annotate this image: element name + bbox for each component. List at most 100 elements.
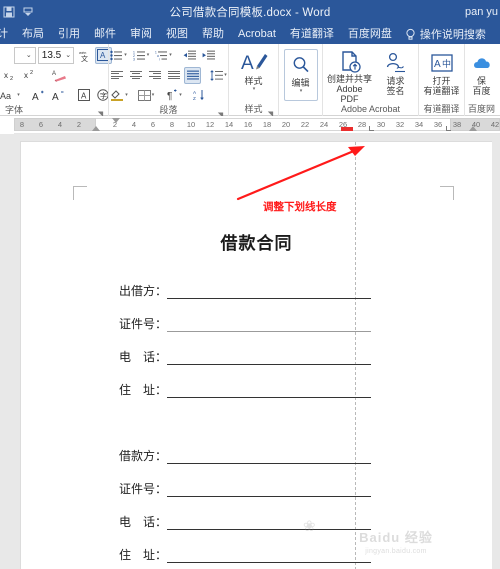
right-indent-marker[interactable]	[469, 126, 477, 131]
field-lender-label: 出借方：	[119, 284, 168, 298]
decrease-indent-button[interactable]	[181, 47, 198, 64]
ruler-tick: 24	[319, 120, 329, 129]
user-account-label[interactable]: pan yu	[465, 0, 498, 24]
borders-button[interactable]: ▾	[136, 87, 157, 104]
field-lender[interactable]: 出借方：	[119, 282, 372, 299]
align-center-button[interactable]	[127, 67, 144, 84]
field-lender-underline[interactable]	[167, 288, 372, 299]
tab-help[interactable]: 帮助	[195, 24, 231, 44]
field-borrower-address-underline[interactable]	[167, 552, 372, 563]
increase-indent-button[interactable]	[200, 47, 217, 64]
ruler-tick: 10	[186, 120, 196, 129]
field-borrower-id-underline[interactable]	[167, 486, 372, 497]
tab-youdao[interactable]: 有道翻译	[283, 24, 341, 44]
svg-text:i: i	[159, 57, 160, 61]
request-signature-button[interactable]: 请求 签名	[376, 47, 416, 103]
left-indent-marker[interactable]	[92, 126, 100, 131]
field-borrower-id-label: 证件号：	[119, 482, 168, 496]
align-left-button[interactable]	[108, 67, 125, 84]
distribute-button[interactable]	[184, 66, 202, 84]
tab-acrobat[interactable]: Acrobat	[231, 24, 283, 44]
shrink-font-button[interactable]: A	[50, 87, 68, 104]
svg-text:A: A	[193, 90, 197, 95]
tab-baidu-netdisk[interactable]: 百度网盘	[341, 24, 399, 44]
ruler-tick: 8	[169, 120, 175, 129]
field-lender-id[interactable]: 证件号：	[119, 315, 372, 332]
field-lender-phone-underline[interactable]	[167, 354, 372, 365]
title-bar: 公司借款合同模板.docx - Word pan yu	[0, 0, 500, 24]
field-borrower-phone[interactable]: 电 话：	[119, 513, 372, 530]
ruler-tick: 22	[300, 120, 310, 129]
numbering-button[interactable]: 1 2 3 ▾	[131, 47, 152, 64]
justify-button[interactable]	[165, 67, 182, 84]
open-youdao-button[interactable]: A中 打开 有道翻译	[421, 47, 463, 103]
tab-references[interactable]: 引用	[51, 24, 87, 44]
create-share-pdf-button[interactable]: 创建并共享 Adobe PDF	[326, 47, 374, 104]
chevron-down-icon[interactable]: ⌄	[63, 51, 74, 59]
tab-design-truncated[interactable]: 计	[0, 24, 15, 44]
tab-view[interactable]: 视图	[159, 24, 195, 44]
font-size-combo[interactable]: 13.5 ⌄	[37, 46, 74, 64]
tab-stop-marker[interactable]	[446, 126, 451, 131]
signature-icon	[384, 50, 408, 76]
grow-font-button[interactable]: A	[30, 87, 48, 104]
tab-layout[interactable]: 布局	[15, 24, 51, 44]
bullets-button[interactable]: ▾	[108, 47, 129, 64]
change-case-button[interactable]: Aa ▾	[0, 87, 22, 104]
ruler-tick: 6	[38, 120, 44, 129]
ruler-tick: 20	[281, 120, 291, 129]
clear-formatting-button[interactable]: A	[50, 67, 70, 84]
shading-button[interactable]: ▾	[108, 87, 130, 104]
svg-text:¶: ¶	[167, 91, 172, 101]
show-formatting-marks-button[interactable]: ¶ ▾	[163, 87, 184, 104]
tab-mailings[interactable]: 邮件	[87, 24, 123, 44]
first-line-indent-marker[interactable]	[112, 118, 120, 123]
tell-me-box[interactable]: 操作说明搜索	[405, 26, 486, 42]
subscript-button[interactable]: x2	[2, 67, 20, 84]
field-lender-id-underline[interactable]	[167, 321, 372, 332]
editing-button[interactable]: 编辑 ▾	[283, 48, 318, 101]
customize-qat-icon[interactable]	[21, 6, 34, 19]
text-highlight-button[interactable]: A	[76, 87, 93, 104]
document-title: 借款合同	[220, 234, 293, 253]
sort-button[interactable]: AZ	[191, 87, 209, 104]
ribbon-group-acrobat: 创建并共享 Adobe PDF 请求 签名 Adobe Acrobat	[322, 44, 418, 116]
font-name-combo[interactable]: ⌄	[13, 46, 36, 64]
save-to-netdisk-button[interactable]: 保 百度	[465, 47, 498, 103]
chevron-down-icon[interactable]: ▾	[253, 86, 256, 92]
horizontal-ruler[interactable]: 8 6 4 2 2 4 6 8 10 12 14 16 18 20 22 24 …	[0, 115, 500, 134]
ruler-tick: 28	[357, 120, 367, 129]
multilevel-list-button[interactable]: 1 a i ▾	[153, 47, 174, 64]
document-canvas[interactable]: 调整下划线长度 借款合同 出借方： 证件号： 电 话： 住 址： 借款方： 证件…	[0, 134, 500, 569]
phonetic-guide-button[interactable]: wén 文	[76, 47, 93, 64]
field-borrower-underline[interactable]	[167, 453, 372, 464]
field-borrower-address[interactable]: 住 址：	[119, 546, 372, 563]
align-right-button[interactable]	[146, 67, 163, 84]
cloud-icon	[471, 50, 493, 76]
svg-text:A: A	[32, 92, 39, 102]
document-page[interactable]: 调整下划线长度 借款合同 出借方： 证件号： 电 话： 住 址： 借款方： 证件…	[20, 141, 492, 569]
chevron-down-icon[interactable]: ▾	[300, 88, 303, 94]
superscript-button[interactable]: x2	[22, 67, 40, 84]
tab-stop-marker[interactable]	[369, 126, 374, 131]
save-icon[interactable]	[2, 6, 15, 19]
field-lender-address-underline[interactable]	[167, 387, 372, 398]
field-borrower-id[interactable]: 证件号：	[119, 480, 372, 497]
quick-access-toolbar[interactable]	[0, 6, 34, 19]
field-lender-address[interactable]: 住 址：	[119, 381, 372, 398]
paragraph-dialog-launcher[interactable]: ◥	[217, 109, 224, 119]
styles-button[interactable]: A 样式 ▾	[232, 47, 276, 103]
ruler-left-margin[interactable]	[14, 118, 96, 131]
ruler-corner	[0, 115, 14, 134]
field-borrower[interactable]: 借款方：	[119, 447, 372, 464]
ribbon-group-styles-label: 样式 ◥	[244, 104, 274, 118]
font-dialog-launcher[interactable]: ◥	[97, 108, 104, 118]
field-borrower-phone-underline[interactable]	[167, 519, 372, 530]
tab-review[interactable]: 审阅	[123, 24, 159, 44]
ruler-tick: 4	[131, 120, 137, 129]
ruler-strip[interactable]: 8 6 4 2 2 4 6 8 10 12 14 16 18 20 22 24 …	[14, 118, 500, 131]
field-lender-phone[interactable]: 电 话：	[119, 348, 372, 365]
field-lender-id-label: 证件号：	[119, 317, 168, 331]
line-spacing-button[interactable]: ▾	[208, 67, 229, 84]
styles-dialog-launcher[interactable]: ◥	[267, 108, 274, 118]
